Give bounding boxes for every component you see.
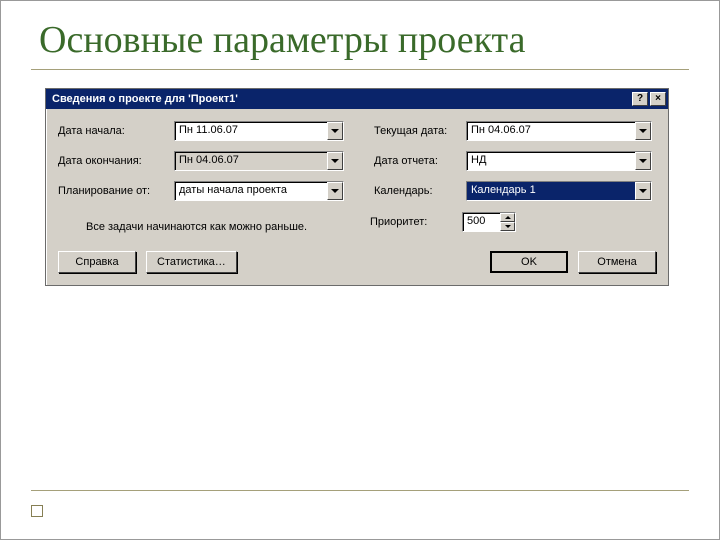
note-text: Все задачи начинаются как можно раньше. [86, 221, 370, 233]
cancel-button[interactable]: Отмена [578, 251, 656, 273]
plan-from-value: даты начала проекта [175, 182, 327, 200]
current-date-value: Пн 04.06.07 [467, 122, 635, 140]
help-icon[interactable]: ? [632, 92, 648, 106]
plan-from-field[interactable]: даты начала проекта [174, 181, 344, 201]
current-date-field[interactable]: Пн 04.06.07 [466, 121, 652, 141]
start-date-field[interactable]: Пн 11.06.07 [174, 121, 344, 141]
dialog-title: Сведения о проекте для 'Проект1' [52, 93, 630, 105]
label-current-date: Текущая дата: [374, 125, 466, 137]
chevron-down-icon[interactable] [635, 182, 651, 200]
spin-up-icon[interactable] [500, 213, 515, 222]
label-priority: Приоритет: [370, 216, 462, 228]
start-date-value: Пн 11.06.07 [175, 122, 327, 140]
footer-marker [31, 505, 43, 517]
priority-value: 500 [463, 213, 500, 231]
priority-stepper[interactable]: 500 [462, 212, 516, 232]
footer-divider [31, 490, 689, 491]
chevron-down-icon[interactable] [327, 182, 343, 200]
spin-down-icon[interactable] [500, 222, 515, 231]
calendar-value: Календарь 1 [467, 182, 635, 200]
dialog-body: Дата начала: Пн 11.06.07 Текущая дата: П… [46, 109, 668, 285]
slide: Основные параметры проекта Сведения о пр… [0, 0, 720, 540]
end-date-field: Пн 04.06.07 [174, 151, 344, 171]
project-info-dialog: Сведения о проекте для 'Проект1' ? × Дат… [45, 88, 669, 286]
label-end-date: Дата окончания: [58, 155, 174, 167]
chevron-down-icon [327, 152, 343, 170]
label-calendar: Календарь: [374, 185, 466, 197]
end-date-value: Пн 04.06.07 [175, 152, 327, 170]
help-button[interactable]: Справка [58, 251, 136, 273]
chevron-down-icon[interactable] [635, 152, 651, 170]
ok-button[interactable]: OK [490, 251, 568, 273]
report-date-value: НД [467, 152, 635, 170]
label-plan-from: Планирование от: [58, 185, 174, 197]
label-start-date: Дата начала: [58, 125, 174, 137]
dialog-titlebar: Сведения о проекте для 'Проект1' ? × [46, 89, 668, 109]
label-report-date: Дата отчета: [374, 155, 466, 167]
chevron-down-icon[interactable] [327, 122, 343, 140]
close-icon[interactable]: × [650, 92, 666, 106]
stats-button[interactable]: Статистика… [146, 251, 237, 273]
title-divider [31, 69, 689, 70]
chevron-down-icon[interactable] [635, 122, 651, 140]
report-date-field[interactable]: НД [466, 151, 652, 171]
calendar-field[interactable]: Календарь 1 [466, 181, 652, 201]
slide-title: Основные параметры проекта [39, 19, 689, 63]
